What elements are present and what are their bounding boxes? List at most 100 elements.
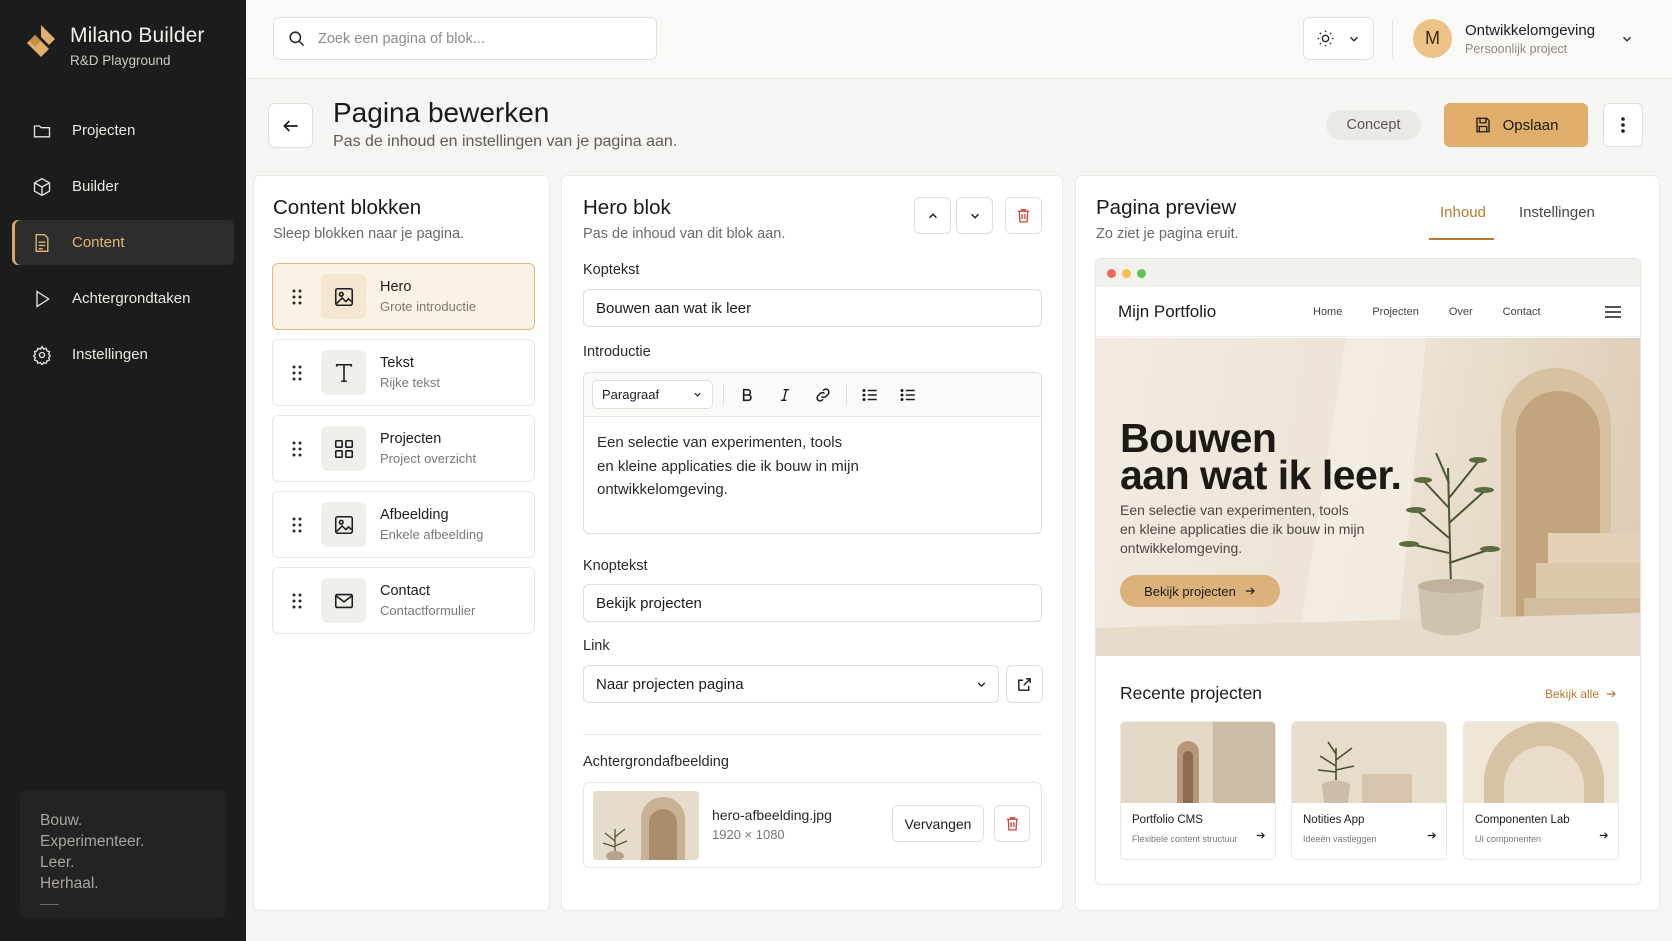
intro-label: Introductie [583, 344, 651, 360]
chevron-up-icon [926, 209, 940, 223]
hero-cta-button[interactable]: Bekijk projecten [1120, 575, 1280, 607]
divider [1392, 20, 1393, 58]
image-icon [321, 502, 366, 547]
block-item-hero[interactable]: Hero Grote introductie [272, 263, 535, 330]
site-logo[interactable]: Mijn Portfolio [1118, 302, 1313, 322]
open-link-button[interactable] [1006, 665, 1043, 703]
file-name: hero-afbeelding.jpg [712, 807, 832, 823]
block-name: Tekst [380, 355, 414, 371]
project-card-image [1121, 722, 1275, 803]
link-select[interactable]: Naar projecten pagina [583, 665, 999, 703]
drag-handle-icon[interactable] [273, 593, 321, 609]
panel-title: Hero blok [583, 196, 671, 219]
more-options-button[interactable] [1603, 103, 1643, 147]
heading-input[interactable]: Bouwen aan wat ik leer [583, 289, 1042, 327]
intro-line: Een selectie van experimenten, tools [597, 434, 843, 451]
search-icon [287, 29, 306, 48]
external-link-icon [1016, 676, 1033, 693]
sidebar-item-projecten[interactable]: Projecten [12, 108, 234, 153]
search-box[interactable]: Zoek een pagina of blok... [273, 17, 657, 60]
site-nav-over[interactable]: Over [1449, 306, 1473, 318]
project-card[interactable]: Componenten Lab UI componenten [1463, 721, 1619, 860]
sidebar-item-label: Builder [72, 178, 119, 195]
replace-image-button[interactable]: Vervangen [892, 805, 984, 842]
numbered-list-icon[interactable] [889, 386, 927, 404]
save-button[interactable]: Opslaan [1444, 103, 1588, 147]
block-name: Afbeelding [380, 507, 449, 523]
drag-handle-icon[interactable] [273, 365, 321, 381]
divider [723, 383, 724, 406]
mail-icon [321, 578, 366, 623]
sidebar-item-instellingen[interactable]: Instellingen [12, 332, 234, 377]
background-image-row: hero-afbeelding.jpg 1920 × 1080 Vervange… [583, 782, 1042, 868]
format-select[interactable]: Paragraaf [592, 380, 713, 409]
move-up-button[interactable] [914, 197, 951, 234]
hero-text-line: en kleine applicaties die ik bouw in mij… [1120, 521, 1365, 537]
sidebar-nav: Projecten Builder Content Achtergrondtak… [12, 108, 234, 388]
site-nav-projecten[interactable]: Projecten [1372, 306, 1418, 318]
hero-text-line: ontwikkelomgeving. [1120, 540, 1243, 556]
gear-icon [32, 344, 52, 365]
save-icon [1474, 116, 1492, 134]
sidebar-item-content[interactable]: Content [12, 220, 234, 265]
remove-image-button[interactable] [994, 805, 1030, 842]
arrow-right-icon [1255, 830, 1266, 841]
link-value: Naar projecten pagina [596, 675, 744, 693]
image-icon [321, 274, 366, 319]
back-button[interactable] [268, 103, 313, 148]
block-item-afbeelding[interactable]: Afbeelding Enkele afbeelding [272, 491, 535, 558]
play-icon [32, 289, 52, 309]
link-icon[interactable] [804, 386, 842, 404]
brand[interactable]: Milano Builder R&D Playground [26, 24, 204, 68]
site-navbar: Mijn Portfolio Home Projecten Over Conta… [1096, 287, 1640, 337]
hero-text-line: Een selectie van experimenten, tools [1120, 502, 1349, 518]
button-text-input[interactable]: Bekijk projecten [583, 584, 1042, 622]
drag-handle-icon[interactable] [273, 441, 321, 457]
intro-line: en kleine applicaties die ik bouw in mij… [597, 457, 859, 475]
theme-toggle-button[interactable] [1303, 17, 1374, 60]
block-item-contact[interactable]: Contact Contactformulier [272, 567, 535, 634]
project-card[interactable]: Portfolio CMS Flexibele content structuu… [1120, 721, 1276, 860]
arrow-right-icon [1244, 585, 1256, 597]
chevron-down-icon[interactable] [1620, 32, 1634, 46]
block-name: Projecten [380, 431, 442, 447]
tab-inhoud[interactable]: Inhoud [1440, 204, 1486, 221]
sidebar-item-label: Achtergrondtaken [72, 290, 191, 307]
hamburger-menu-icon[interactable] [1604, 305, 1621, 318]
drag-handle-icon[interactable] [273, 517, 321, 533]
project-card-title: Notities App [1303, 814, 1365, 826]
block-item-tekst[interactable]: Tekst Rijke tekst [272, 339, 535, 406]
italic-icon[interactable] [766, 387, 804, 403]
bullet-list-icon[interactable] [851, 386, 889, 404]
delete-block-button[interactable] [1005, 197, 1042, 234]
block-item-projecten[interactable]: Projecten Project overzicht [272, 415, 535, 482]
site-nav-home[interactable]: Home [1313, 306, 1342, 318]
button-text-label: Knoptekst [583, 558, 648, 574]
block-desc: Project overzicht [380, 451, 477, 466]
file-size: 1920 × 1080 [712, 827, 785, 842]
trash-icon [1004, 815, 1021, 832]
see-all-link[interactable]: Bekijk alle [1545, 687, 1617, 701]
sidebar-item-builder[interactable]: Builder [12, 164, 234, 209]
tab-instellingen[interactable]: Instellingen [1519, 204, 1595, 221]
recent-projects-title: Recente projecten [1120, 683, 1263, 703]
page-preview-panel: Pagina preview Zo ziet je pagina eruit. … [1075, 175, 1660, 911]
move-down-button[interactable] [956, 197, 993, 234]
panel-title: Pagina preview [1096, 196, 1237, 219]
bold-icon[interactable] [728, 387, 766, 403]
sidebar-item-achtergrondtaken[interactable]: Achtergrondtaken [12, 276, 234, 321]
editor-toolbar: Paragraaf [584, 373, 1041, 417]
divider [846, 383, 847, 406]
drag-handle-icon[interactable] [273, 289, 321, 305]
site-nav-contact[interactable]: Contact [1503, 306, 1541, 318]
motto-line: Experimenteer. [40, 833, 145, 850]
motto-line: Herhaal. [40, 875, 99, 892]
user-menu[interactable]: M Ontwikkelomgeving Persoonlijk project [1413, 19, 1595, 58]
motto-divider [40, 904, 59, 905]
image-thumbnail [593, 791, 699, 860]
project-card[interactable]: Notities App Ideeën vastleggen [1291, 721, 1447, 860]
search-input[interactable]: Zoek een pagina of blok... [318, 31, 485, 47]
intro-textarea[interactable]: Een selectie van experimenten, tools en … [584, 417, 884, 516]
document-icon [32, 233, 52, 253]
heading-label: Koptekst [583, 262, 640, 278]
